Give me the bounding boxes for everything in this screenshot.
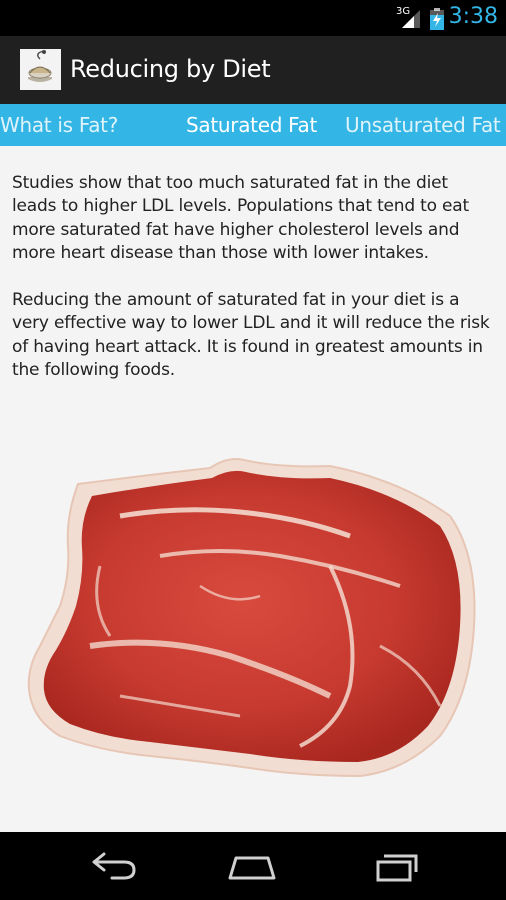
- tab-strip: What is Fat? Saturated Fat Unsaturated F…: [0, 104, 506, 146]
- home-icon[interactable]: [222, 850, 282, 882]
- content-area: Studies show that too much saturated fat…: [0, 146, 506, 832]
- navigation-bar: [0, 832, 506, 900]
- clock: 3:38: [448, 4, 498, 29]
- tab-saturated-fat[interactable]: Saturated Fat: [186, 113, 317, 137]
- action-bar: Reducing by Diet: [0, 36, 506, 104]
- gravy-boat-icon[interactable]: [20, 49, 61, 90]
- paragraph-reducing-fat: Reducing the amount of saturated fat in …: [12, 290, 490, 380]
- tab-unsaturated-fat[interactable]: Unsaturated Fat: [345, 113, 501, 137]
- status-bar: 3G 3:38: [0, 0, 506, 36]
- back-icon[interactable]: [82, 850, 142, 882]
- tab-what-is-fat[interactable]: What is Fat?: [0, 113, 118, 137]
- recent-apps-icon[interactable]: [364, 850, 424, 882]
- battery-icon: [430, 8, 444, 30]
- raw-steak-image: [27, 458, 476, 778]
- paragraph-saturated-fat-intro: Studies show that too much saturated fat…: [12, 173, 469, 263]
- app-title: Reducing by Diet: [70, 55, 271, 83]
- signal-icon: [402, 10, 420, 28]
